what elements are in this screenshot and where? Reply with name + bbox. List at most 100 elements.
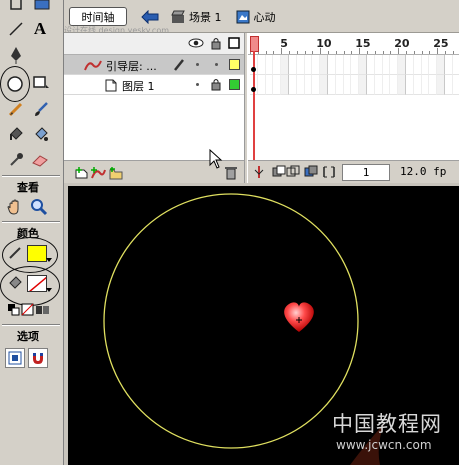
frame-cell[interactable] — [413, 55, 422, 75]
text-tool-icon[interactable]: A — [30, 19, 50, 39]
eyedropper-tool-icon[interactable] — [6, 150, 26, 170]
frame-cell[interactable] — [304, 75, 313, 95]
scene-label[interactable]: 场景 1 — [189, 9, 222, 25]
frame-cell[interactable] — [351, 55, 360, 75]
layer-outline-color[interactable] — [229, 59, 240, 70]
frame-cell[interactable] — [289, 55, 297, 75]
frame-cell[interactable] — [351, 75, 360, 95]
frame-cell[interactable] — [265, 55, 274, 75]
playhead-marker[interactable] — [250, 36, 259, 52]
ink-bottle-tool-icon[interactable] — [6, 124, 26, 144]
frame-cell[interactable] — [257, 55, 266, 75]
frame-cell[interactable] — [312, 75, 321, 95]
visibility-dot[interactable] — [196, 83, 199, 86]
layer-name[interactable]: 图层 1 — [122, 78, 155, 94]
frame-cell[interactable] — [429, 75, 438, 95]
onion-skin-outlines-icon[interactable] — [286, 165, 300, 179]
frame-cell[interactable] — [413, 75, 422, 95]
visibility-dot[interactable] — [196, 63, 199, 66]
keyframe-dot[interactable] — [251, 67, 256, 72]
layer-outline-color[interactable] — [229, 79, 240, 90]
frame-cell[interactable] — [367, 75, 375, 95]
fill-transform-tool-icon[interactable] — [32, 0, 52, 14]
frames-grid[interactable]: 5 10 15 20 25 — [248, 33, 459, 160]
frame-cell[interactable] — [445, 55, 453, 75]
frame-cell[interactable] — [406, 55, 414, 75]
frame-cell[interactable] — [382, 55, 391, 75]
onion-skin-icon[interactable] — [272, 165, 286, 179]
frame-cell[interactable] — [367, 55, 375, 75]
frame-cell[interactable] — [359, 75, 367, 95]
layer-lock-icon[interactable] — [211, 78, 221, 91]
frame-cell[interactable] — [296, 75, 305, 95]
frame-cell[interactable] — [328, 55, 336, 75]
zoom-tool-icon[interactable] — [29, 197, 49, 217]
frame-ruler[interactable]: 5 10 15 20 25 — [248, 33, 459, 55]
pencil-tool-icon[interactable] — [6, 99, 26, 119]
frame-cell[interactable] — [320, 55, 328, 75]
back-arrow-button[interactable] — [139, 7, 161, 26]
frame-cell[interactable] — [398, 55, 406, 75]
frame-cell[interactable] — [281, 55, 289, 75]
frame-cell[interactable] — [437, 75, 445, 95]
show-hide-eye-icon[interactable] — [188, 37, 204, 49]
lock-dot[interactable] — [215, 63, 218, 66]
frame-cell[interactable] — [343, 55, 352, 75]
frame-cell[interactable] — [335, 55, 344, 75]
swap-colors-icon[interactable] — [33, 300, 53, 320]
eraser-tool-icon[interactable] — [30, 150, 50, 170]
frame-cell[interactable] — [273, 75, 282, 95]
pen-tool-icon[interactable] — [6, 45, 26, 65]
frame-cell[interactable] — [281, 75, 289, 95]
hand-tool-icon[interactable] — [5, 197, 25, 217]
insert-layer-folder-icon[interactable] — [108, 166, 124, 180]
frame-cell[interactable] — [445, 75, 453, 95]
frame-cell[interactable] — [296, 55, 305, 75]
frame-cell[interactable] — [437, 55, 445, 75]
frame-cell[interactable] — [359, 55, 367, 75]
frame-cell[interactable] — [320, 75, 328, 95]
frame-cell[interactable] — [421, 75, 430, 95]
frame-cell[interactable] — [421, 55, 430, 75]
object-drawing-icon[interactable] — [5, 348, 25, 368]
frame-cell[interactable] — [257, 75, 266, 95]
frame-cell[interactable] — [312, 55, 321, 75]
current-frame-field[interactable]: 1 — [342, 164, 390, 181]
line-tool-icon[interactable] — [6, 19, 26, 39]
frame-cell[interactable] — [398, 75, 406, 95]
frame-cell[interactable] — [390, 75, 399, 95]
frame-cell[interactable] — [273, 55, 282, 75]
frame-cell[interactable] — [289, 75, 297, 95]
layer-row-layer1[interactable]: 图层 1 — [64, 75, 244, 95]
edit-multiple-frames-icon[interactable] — [304, 165, 318, 179]
frame-cell[interactable] — [390, 55, 399, 75]
frame-cell[interactable] — [343, 75, 352, 95]
layer-row-guide[interactable]: 引导层: ... — [64, 55, 244, 75]
insert-layer-icon[interactable] — [74, 166, 88, 180]
frame-cell[interactable] — [304, 55, 313, 75]
center-frame-icon[interactable] — [252, 165, 266, 179]
keyframe-dot[interactable] — [251, 87, 256, 92]
frame-cell[interactable] — [265, 75, 274, 95]
lock-icon[interactable] — [211, 37, 221, 50]
layer-name[interactable]: 引导层: ... — [106, 58, 157, 74]
frame-cell[interactable] — [452, 55, 459, 75]
frame-cells[interactable] — [248, 55, 459, 160]
frame-cell[interactable] — [335, 75, 344, 95]
frame-cell[interactable] — [328, 75, 336, 95]
add-motion-guide-icon[interactable] — [90, 166, 106, 180]
symbol-label[interactable]: 心动 — [254, 9, 276, 25]
subselect-tool-icon[interactable] — [6, 0, 26, 14]
frame-cell[interactable] — [382, 75, 391, 95]
frame-cell[interactable] — [406, 75, 414, 95]
frame-cell[interactable] — [374, 55, 383, 75]
paint-bucket-tool-icon[interactable] — [31, 124, 51, 144]
frame-cell[interactable] — [452, 75, 459, 95]
rectangle-tool-icon[interactable] — [31, 73, 51, 93]
snap-to-objects-magnet-icon[interactable] — [28, 348, 48, 368]
brush-tool-icon[interactable] — [31, 99, 51, 119]
timeline-button[interactable]: 时间轴 — [69, 7, 127, 26]
outline-mode-icon[interactable] — [228, 37, 240, 49]
frame-cell[interactable] — [374, 75, 383, 95]
delete-layer-trash-icon[interactable] — [224, 165, 238, 180]
